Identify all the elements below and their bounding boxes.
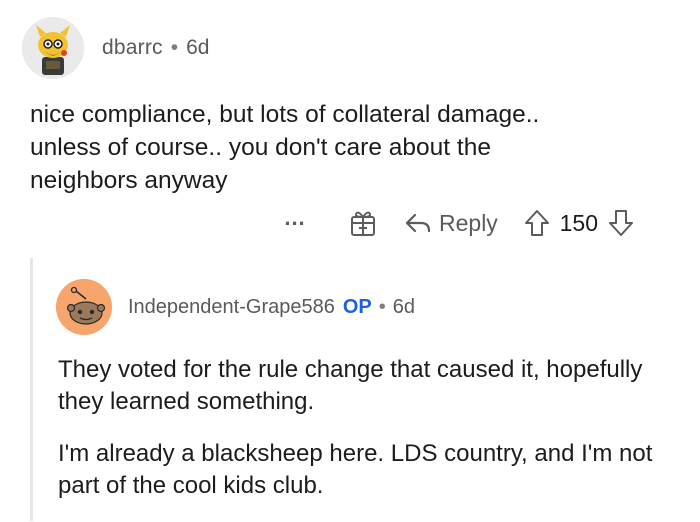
snoo-avatar-icon: [22, 17, 84, 79]
comment-line: nice compliance, but lots of collateral …: [30, 101, 540, 128]
comment-line: neighbors anyway: [30, 167, 228, 194]
comment-paragraph: They voted for the rule change that caus…: [58, 356, 643, 415]
reply-label: Reply: [439, 209, 498, 236]
username[interactable]: dbarrc: [102, 36, 163, 60]
reply-arrow-icon: [405, 213, 431, 233]
award-gift-icon: [351, 211, 375, 236]
comment-body: nice compliance, but lots of collateral …: [30, 98, 680, 197]
snoo-default-avatar-icon: [56, 279, 112, 335]
comment-paragraph: I'm already a blacksheep here. LDS count…: [58, 440, 653, 499]
comment-body: They voted for the rule change that caus…: [58, 354, 678, 522]
reply-comment-header: Independent-Grape586 OP • 6d: [56, 278, 415, 336]
parent-comment-header: dbarrc • 6d: [22, 12, 209, 84]
username[interactable]: Independent-Grape586: [128, 296, 335, 319]
downvote-arrow-icon: [608, 210, 633, 236]
meta-separator: •: [378, 295, 386, 318]
avatar[interactable]: [22, 17, 84, 79]
meta-separator: •: [170, 36, 179, 59]
upvote-button[interactable]: [522, 207, 552, 239]
comment-line: unless of course.. you don't care about …: [30, 134, 491, 161]
more-options-button[interactable]: ...: [275, 207, 315, 233]
upvote-arrow-icon: [524, 210, 549, 236]
reply-button[interactable]: Reply: [405, 210, 498, 237]
op-badge: OP: [342, 295, 372, 318]
vote-count: 150: [559, 209, 598, 236]
timestamp[interactable]: 6d: [393, 296, 415, 319]
thread-line[interactable]: [30, 258, 33, 521]
award-button[interactable]: [345, 205, 381, 241]
avatar[interactable]: [56, 279, 112, 335]
downvote-button[interactable]: [606, 207, 636, 239]
timestamp[interactable]: 6d: [186, 36, 209, 60]
comment-action-bar: ... Reply 150: [275, 204, 636, 242]
